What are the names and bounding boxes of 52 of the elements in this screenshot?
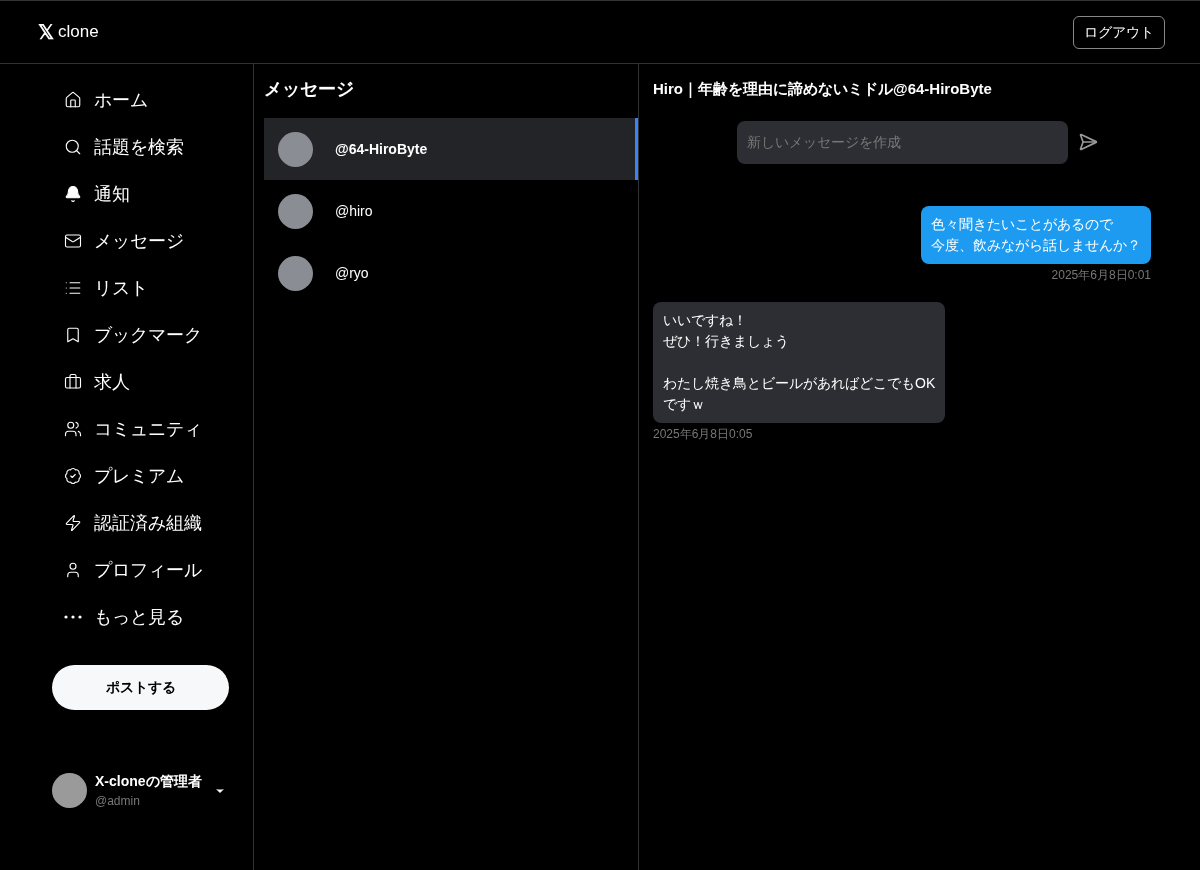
more-icon	[64, 615, 82, 619]
avatar	[278, 193, 313, 229]
message-time: 2025年6月8日0:01	[1051, 266, 1151, 284]
nav-link[interactable]: プレミアム	[64, 460, 253, 492]
avatar	[278, 255, 313, 291]
message-time: 2025年6月8日0:05	[653, 425, 753, 443]
app-title: clone	[58, 21, 99, 44]
message-input[interactable]: 新しいメッセージを作成	[737, 120, 1068, 164]
nav-link[interactable]: 話題を検索	[64, 131, 253, 163]
nav-link[interactable]: コミュニティ	[64, 413, 253, 445]
lightning-icon	[64, 514, 82, 532]
post-button[interactable]: ポストする	[52, 665, 229, 710]
message-line: 今度、飲みながら話しませんか？	[931, 235, 1141, 255]
bookmark-icon	[64, 326, 82, 344]
message-line: いいですね！	[663, 310, 748, 330]
logout-button[interactable]: ログアウト	[1073, 15, 1165, 49]
message-line: 色々聞きたいことがあるので	[931, 214, 1114, 234]
nav-link[interactable]: メッセージ	[64, 225, 253, 257]
account-name: X-cloneの管理者	[95, 772, 202, 791]
message-line: ですｗ	[663, 394, 706, 414]
people-icon	[64, 420, 82, 438]
conversation-item[interactable]: @hiro	[264, 180, 638, 242]
nav-link[interactable]: ホーム	[64, 84, 253, 116]
bell-icon	[64, 185, 82, 203]
conversation-handle: @hiro	[335, 201, 373, 221]
person-icon	[64, 561, 82, 579]
conversation-handle: @64-HiroByte	[335, 139, 428, 159]
message-line: わたし焼き鳥とビールがあればどこでもOK	[663, 373, 936, 393]
list-icon	[64, 279, 82, 297]
panel-title: メッセージ	[264, 78, 355, 101]
nav-link[interactable]: リスト	[64, 272, 253, 304]
conversation-item[interactable]: @64-HiroByte	[264, 118, 638, 180]
nav-link[interactable]: 通知	[64, 178, 253, 210]
nav-link[interactable]: もっと見る	[64, 601, 253, 633]
conversation-item[interactable]: @ryo	[264, 242, 638, 304]
message-line: ぜひ！行きましょう	[663, 331, 790, 351]
nav-link[interactable]: 求人	[64, 366, 253, 398]
nav-link[interactable]: プロフィール	[64, 554, 253, 586]
home-icon	[64, 91, 82, 109]
badge-check-icon	[64, 467, 82, 485]
avatar	[52, 773, 87, 808]
envelope-icon	[64, 232, 82, 250]
nav-link[interactable]: 認証済み組織	[64, 507, 253, 539]
search-icon	[64, 138, 82, 156]
avatar	[278, 131, 313, 167]
send-icon[interactable]	[1078, 132, 1098, 152]
conversation-handle: @ryo	[335, 263, 369, 283]
chat-title: Hiro｜年齢を理由に諦めないミドル@64-HiroByte	[653, 79, 993, 100]
nav-link[interactable]: ブックマーク	[64, 319, 253, 351]
briefcase-icon	[64, 373, 82, 391]
x-logo[interactable]: 𝕏	[38, 17, 54, 47]
account-handle: @admin	[95, 793, 141, 810]
